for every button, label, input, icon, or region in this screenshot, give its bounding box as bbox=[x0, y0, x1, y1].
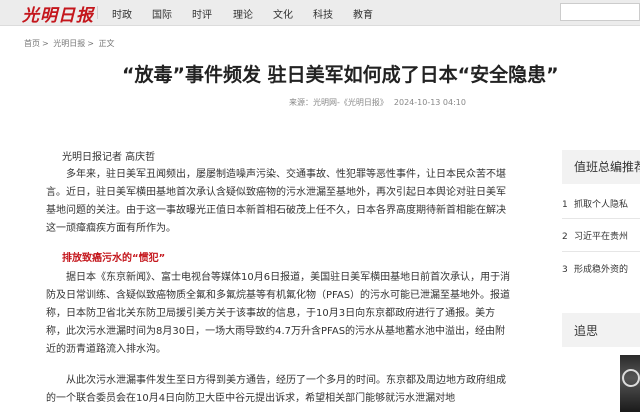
article-paragraph: 据日本《东京新闻》、富士电视台等媒体10月6日报道，美国驻日美军横田基地日前首次… bbox=[46, 272, 511, 355]
logo-divider bbox=[97, 6, 98, 19]
sidebar-title-memorial: 追思 bbox=[574, 324, 599, 338]
memorial-image-graphic bbox=[622, 369, 640, 387]
sidebar-item-label: 习近平在贵州 bbox=[574, 232, 629, 242]
sidebar-item-number: 3 bbox=[562, 265, 568, 275]
search-input[interactable] bbox=[560, 3, 640, 21]
article-title: “放毒”事件频发 驻日美军如何成了日本“安全隐患” bbox=[122, 64, 559, 86]
article-paragraph: 多年来，驻日美军丑闻频出，屡屡制造噪声污染、交通事故、性犯罪等恶性事件，让日本民… bbox=[46, 169, 506, 234]
sidebar-item-3[interactable]: 3 形成稳外资的 bbox=[562, 262, 640, 275]
nav-item-guoji[interactable]: 国际 bbox=[152, 6, 172, 21]
top-nav-bar: 光明日报 时政 国际 时评 理论 文化 科技 教育 bbox=[0, 0, 640, 26]
breadcrumb: 首页 > 光明日报 > 正文 bbox=[24, 38, 117, 49]
breadcrumb-separator: > bbox=[42, 39, 49, 48]
sidebar-item-2[interactable]: 2 习近平在贵州 bbox=[562, 229, 640, 242]
nav-item-wenhua[interactable]: 文化 bbox=[273, 6, 293, 21]
nav-item-shiping[interactable]: 时评 bbox=[192, 6, 212, 21]
nav-item-keji[interactable]: 科技 bbox=[313, 6, 333, 21]
sidebar-title-recommend: 值班总编推荐 bbox=[574, 160, 640, 174]
breadcrumb-separator: > bbox=[87, 39, 94, 48]
sidebar-item-number: 2 bbox=[562, 232, 568, 242]
nav-item-shizheng[interactable]: 时政 bbox=[112, 6, 132, 21]
sidebar-item-number: 1 bbox=[562, 200, 568, 210]
article-reporter: 光明日报记者 高庆哲 bbox=[62, 152, 156, 163]
breadcrumb-home[interactable]: 首页 bbox=[24, 39, 40, 48]
article-subheading: 排放致癌污水的“惯犯” bbox=[62, 253, 166, 264]
memorial-image[interactable] bbox=[620, 355, 640, 412]
sidebar-divider bbox=[562, 251, 640, 252]
sidebar-item-label: 抓取个人隐私 bbox=[574, 200, 629, 210]
nav-item-jiaoyu[interactable]: 教育 bbox=[353, 6, 373, 21]
breadcrumb-guangming-daily[interactable]: 光明日报 bbox=[53, 39, 85, 48]
article-date: 2024-10-13 04:10 bbox=[393, 98, 466, 107]
article-source[interactable]: 来源：光明网-《光明日报》 bbox=[289, 98, 388, 107]
nav-item-lilun[interactable]: 理论 bbox=[233, 6, 253, 21]
site-logo[interactable]: 光明日报 bbox=[22, 1, 94, 26]
article-meta: 来源：光明网-《光明日报》 2024-10-13 04:10 bbox=[289, 97, 466, 108]
breadcrumb-current: 正文 bbox=[98, 39, 115, 48]
sidebar-item-label: 形成稳外资的 bbox=[574, 265, 629, 275]
sidebar-divider bbox=[562, 218, 640, 219]
article-paragraph: 从此次污水泄漏事件发生至日方得到美方通告，经历了一个多月的时间。东京都及周边地方… bbox=[46, 375, 506, 404]
sidebar-item-1[interactable]: 1 抓取个人隐私 bbox=[562, 197, 640, 210]
